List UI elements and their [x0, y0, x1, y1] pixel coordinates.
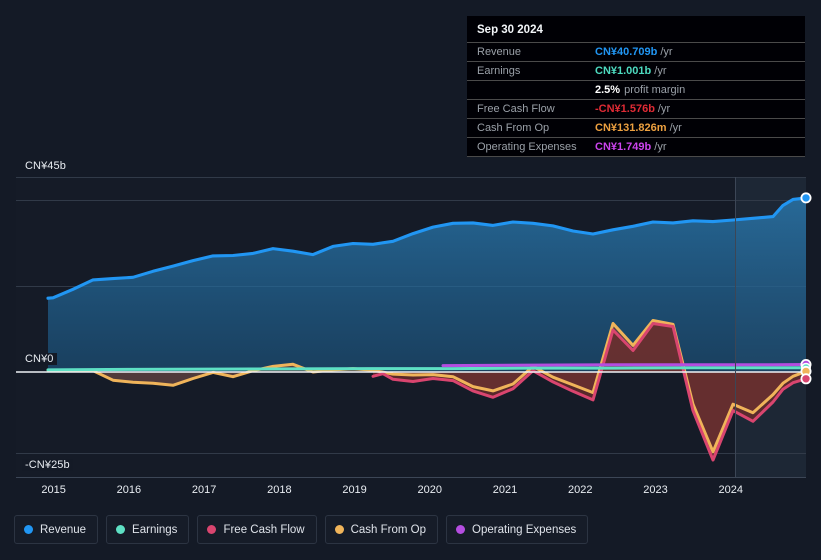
legend-color-dot-icon: [116, 525, 126, 534]
tooltip-row-label: Free Cash Flow: [477, 103, 555, 115]
data-tooltip: Sep 30 2024 Revenue CN¥40.709b/yr Earnings…: [467, 16, 805, 157]
tooltip-row-unit: /yr: [654, 141, 667, 153]
x-axis-tick-2022: 2022: [568, 484, 593, 496]
legend-color-dot-icon: [207, 525, 217, 534]
x-axis-tick-2018: 2018: [267, 484, 292, 496]
tooltip-date: Sep 30 2024: [477, 24, 543, 36]
x-axis-tick-2024: 2024: [718, 484, 743, 496]
tooltip-row-label: Cash From Op: [477, 122, 550, 134]
tooltip-row: Free Cash Flow -CN¥1.576b/yr: [467, 99, 805, 118]
legend-item-label: Revenue: [40, 523, 87, 536]
tooltip-row: Operating Expenses CN¥1.749b/yr: [467, 137, 805, 157]
x-axis-tick-2023: 2023: [643, 484, 668, 496]
tooltip-row-value-group: -CN¥1.576b/yr: [595, 103, 670, 115]
tooltip-row-label: Operating Expenses: [477, 141, 577, 153]
legend-item-earnings[interactable]: Earnings: [106, 515, 190, 544]
legend-item-revenue[interactable]: Revenue: [14, 515, 99, 544]
tooltip-row-label: Revenue: [477, 46, 522, 58]
legend-color-dot-icon: [334, 525, 344, 534]
tooltip-row-unit: /yr: [660, 46, 673, 58]
tooltip-row-value-group: CN¥131.826m/yr: [595, 122, 682, 134]
legend-item-label: Earnings: [132, 523, 178, 536]
x-axis-tick-2016: 2016: [116, 484, 142, 496]
legend-item-label: Operating Expenses: [472, 523, 577, 536]
series-line-operating-expenses: [441, 363, 806, 368]
chart-screenshot: CN¥45b CN¥0 -CN¥25b 2015 2016 2017 2018 2019…: [0, 0, 821, 560]
legend-item-cash-from-op[interactable]: Cash From Op: [324, 515, 439, 544]
tooltip-row-value: CN¥1.001b: [595, 65, 652, 77]
tooltip-row-value-group: CN¥1.001b/yr: [595, 65, 667, 77]
x-axis-tick-2017: 2017: [191, 484, 217, 496]
legend-item-operating-expenses[interactable]: Operating Expenses: [446, 515, 589, 544]
chart-legend[interactable]: Revenue Earnings Free Cash Flow Cash From O…: [14, 515, 589, 544]
y-axis-label-zero: CN¥0: [22, 353, 57, 365]
y-axis-label-bottom: -CN¥25b: [22, 459, 73, 471]
tooltip-row-value: CN¥131.826m: [595, 122, 667, 134]
tooltip-row-value: 2.5%: [595, 84, 621, 96]
x-axis-tick-2020: 2020: [417, 484, 443, 496]
x-axis-tick-2021: 2021: [492, 484, 518, 496]
endpoint-marker-free-cash-flow[interactable]: [800, 373, 812, 385]
legend-color-dot-icon: [456, 525, 466, 534]
legend-item-label: Free Cash Flow: [223, 523, 305, 536]
legend-item-label: Cash From Op: [350, 523, 427, 536]
legend-color-dot-icon: [24, 525, 33, 534]
tooltip-row-value: CN¥1.749b: [595, 141, 652, 153]
tooltip-row: Earnings CN¥1.001b/yr: [467, 61, 805, 80]
tooltip-row: Cash From Op CN¥131.826m/yr: [467, 118, 805, 137]
tooltip-row-unit: /yr: [657, 103, 671, 115]
tooltip-row: 2.5% profit margin: [467, 80, 805, 99]
tooltip-row-value-group: CN¥1.749b/yr: [595, 141, 667, 153]
tooltip-row-value: CN¥40.709b: [595, 46, 658, 58]
endpoint-marker-revenue[interactable]: [800, 192, 812, 204]
tooltip-row-value: -CN¥1.576b: [595, 103, 655, 115]
y-axis-label-top: CN¥45b: [22, 160, 69, 172]
tooltip-row-value-group: 2.5% profit margin: [595, 84, 685, 96]
legend-item-free-cash-flow[interactable]: Free Cash Flow: [197, 515, 317, 544]
tooltip-rows: Revenue CN¥40.709b/yr Earnings CN¥1.001b/yr…: [467, 42, 805, 157]
x-axis-tick-2019: 2019: [342, 484, 367, 496]
tooltip-row-label: Earnings: [477, 65, 521, 77]
tooltip-row-value-group: CN¥40.709b/yr: [595, 46, 673, 58]
x-axis-tick-2015: 2015: [41, 484, 66, 496]
tooltip-row: Revenue CN¥40.709b/yr: [467, 42, 805, 61]
tooltip-row-sublabel: profit margin: [624, 84, 686, 96]
tooltip-row-unit: /yr: [654, 65, 667, 77]
tooltip-row-unit: /yr: [669, 122, 682, 134]
